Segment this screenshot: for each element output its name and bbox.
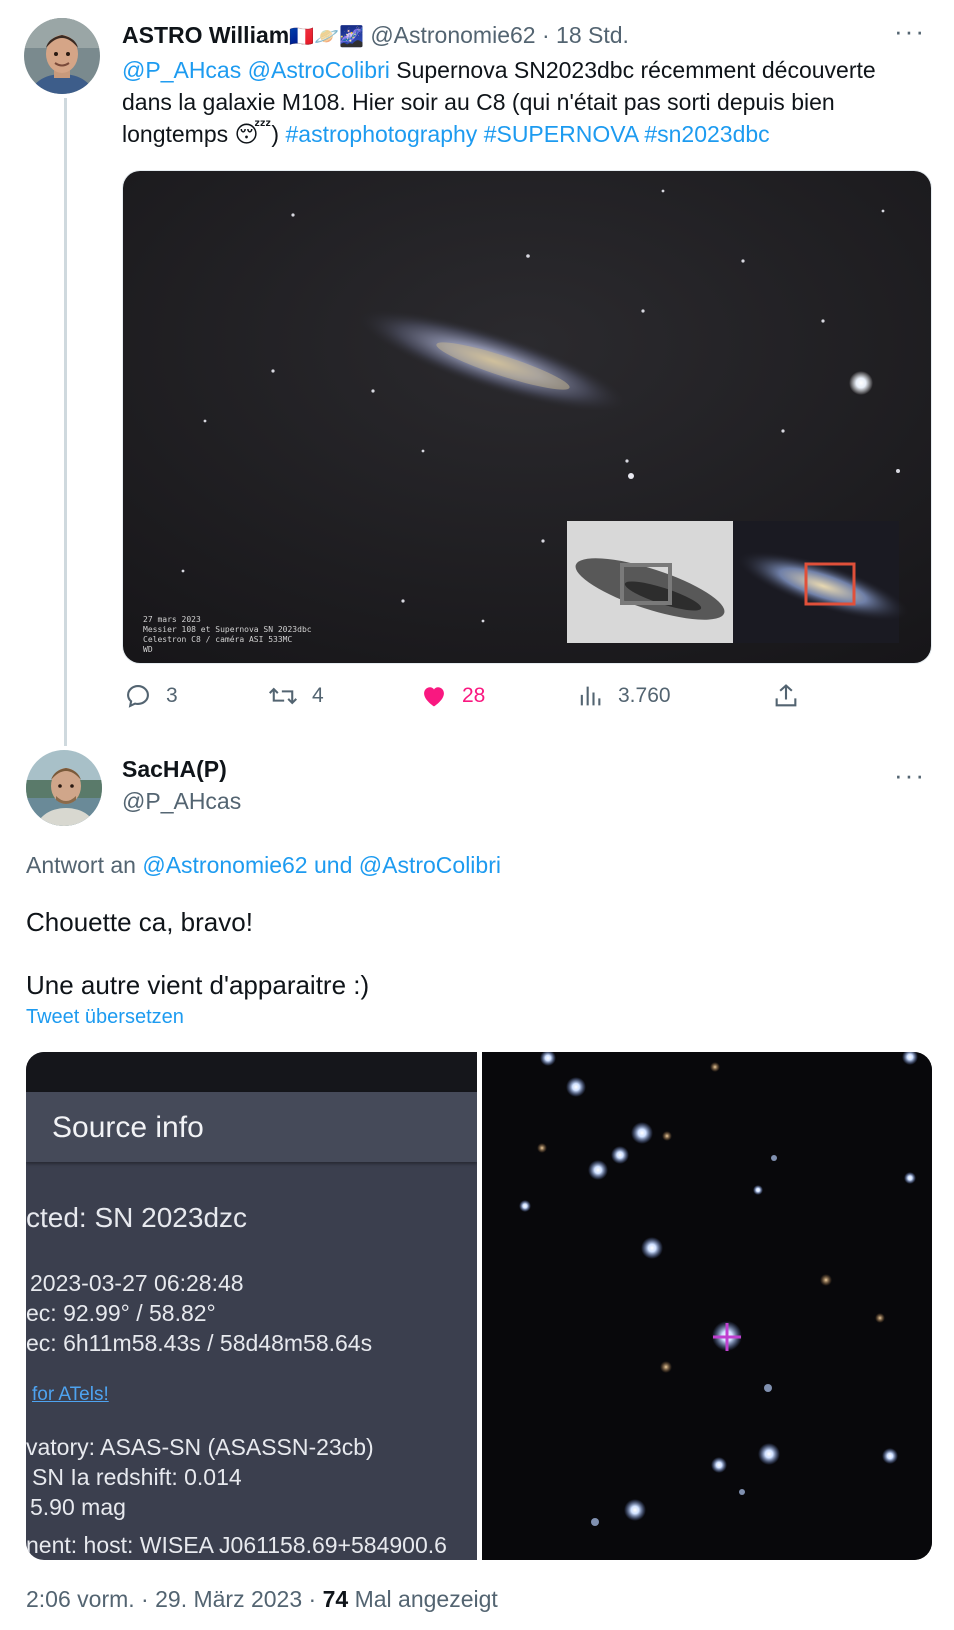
like-button[interactable]: 28 <box>420 682 485 710</box>
tweet2-media[interactable]: Source info cted: SN 2023dzc 2023-03-27 … <box>26 1052 932 1560</box>
reply-mention-astronomie62[interactable]: @Astronomie62 <box>142 852 307 878</box>
hashtag-sn2023dbc[interactable]: #sn2023dbc <box>644 121 769 147</box>
reply-mention-astrocolibri[interactable]: @AstroColibri <box>359 852 501 878</box>
tweet1-text: @P_AHcas @AstroColibri Supernova SN2023d… <box>122 54 930 150</box>
reply-and: und <box>314 852 353 878</box>
heart-icon <box>424 687 444 707</box>
tweet-time[interactable]: 2:06 vorm. <box>26 1586 135 1612</box>
like-count: 28 <box>462 684 486 707</box>
tweet2-body-line1: Chouette ca, bravo! <box>26 907 253 937</box>
radec-hms-line: ec: 6h11m58.43s / 58d48m58.64s <box>26 1330 373 1356</box>
tweet2-handle[interactable]: @P_AHcas <box>122 788 241 815</box>
caption-line: WD <box>143 645 153 654</box>
separator-dot: · <box>541 22 550 48</box>
atels-link[interactable]: for ATels! <box>32 1384 109 1406</box>
mag-line: 5.90 mag <box>30 1494 126 1520</box>
retweet-count: 4 <box>312 684 324 707</box>
observatory-line: vatory: ASAS-SN (ASASSN-23cb) <box>26 1434 374 1460</box>
footer-separator: · <box>308 1586 317 1612</box>
mention-p-ahcas[interactable]: @P_AHcas <box>122 57 241 83</box>
reply-prefix: Antwort an <box>26 852 136 878</box>
tweet2-display-name[interactable]: SacHA(P) <box>122 756 227 783</box>
host-line: nent: host: WISEA J061158.69+584900.6 <box>26 1532 447 1558</box>
mention-astrocolibri[interactable]: @AstroColibri <box>248 57 390 83</box>
type-line: SN Ia redshift: 0.014 <box>32 1464 242 1490</box>
share-icon <box>775 684 797 707</box>
thread-line <box>64 98 67 746</box>
tweet2-body-line2: Une autre vient d'apparaitre :) <box>26 970 370 1000</box>
tweet1-header: ASTRO William🇫🇷🪐🌌 @Astronomie62 · 18 Std… <box>122 20 629 52</box>
reply-button[interactable]: 3 <box>124 682 178 710</box>
tweet1-display-name[interactable]: ASTRO William <box>122 22 289 48</box>
reply-to-line: Antwort an @Astronomie62 und @AstroColib… <box>26 852 501 879</box>
translate-tweet-link[interactable]: Tweet übersetzen <box>26 1006 184 1029</box>
retweet-icon <box>268 687 298 705</box>
views-chart-icon <box>580 686 601 706</box>
tweet1-time[interactable]: 18 Std. <box>556 22 629 48</box>
tweet1-more-options-icon[interactable]: ··· <box>894 16 926 47</box>
hashtag-astrophotography[interactable]: #astrophotography <box>285 121 477 147</box>
close-paren: ) <box>271 121 280 147</box>
view-count: 74 <box>322 1586 349 1612</box>
caption-line: 27 mars 2023 <box>143 615 201 624</box>
radec-deg-line: ec: 92.99° / 58.82° <box>26 1300 216 1326</box>
caption-line: Celestron C8 / caméra ASI 533MC <box>143 635 293 644</box>
date-line: 2023-03-27 06:28:48 <box>30 1270 244 1296</box>
photo-caption: 27 mars 2023 Messier 108 et Supernova SN… <box>143 615 312 655</box>
astro-william-avatar[interactable] <box>24 18 100 94</box>
name-emojis: 🇫🇷🪐🌌 <box>289 26 364 48</box>
reply-icon <box>127 685 149 708</box>
sleeping-emoji: 😴 <box>234 121 272 147</box>
source-info-header: Source info <box>26 1092 477 1162</box>
views-count: 3.760 <box>618 684 671 707</box>
source-info-title: Source info <box>52 1111 204 1144</box>
retweet-button[interactable]: 4 <box>268 682 324 710</box>
share-button[interactable] <box>772 682 800 710</box>
views-label: Mal angezeigt <box>354 1586 498 1612</box>
tweet-date[interactable]: 29. März 2023 <box>155 1586 302 1612</box>
app-topbar <box>26 1052 477 1092</box>
galaxy-photo[interactable]: 27 mars 2023 Messier 108 et Supernova SN… <box>122 170 932 664</box>
sky-finder-image[interactable] <box>482 1052 932 1560</box>
source-info-screenshot[interactable]: Source info cted: SN 2023dzc 2023-03-27 … <box>26 1052 477 1560</box>
caption-line: Messier 108 et Supernova SN 2023dbc <box>143 625 312 634</box>
hashtag-supernova[interactable]: #SUPERNOVA <box>484 121 638 147</box>
tweet2-more-options-icon[interactable]: ··· <box>894 760 926 791</box>
reply-count: 3 <box>166 684 178 707</box>
sacha-avatar[interactable] <box>26 750 102 826</box>
footer-separator: · <box>141 1586 149 1612</box>
tweet2-footer: 2:06 vorm. · 29. März 2023 · 74 Mal ange… <box>26 1586 498 1613</box>
views-button[interactable]: 3.760 <box>576 682 671 710</box>
tweet1-handle[interactable]: @Astronomie62 <box>370 22 535 48</box>
detected-line: cted: SN 2023dzc <box>26 1202 248 1233</box>
tweet1-actions: 3 4 28 3.760 <box>0 682 954 718</box>
